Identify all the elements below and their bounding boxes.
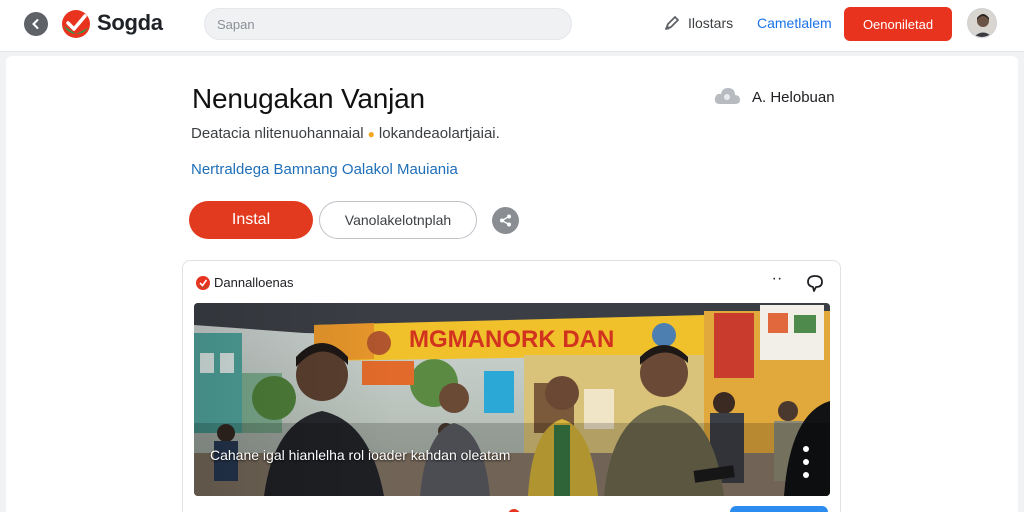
search-bar[interactable] (204, 8, 572, 40)
subtitle-part-1: Deatacia nlitenuohannaial (191, 125, 364, 142)
meta-link[interactable]: Nertraldega Bamnang Oalakol Mauiania (191, 161, 458, 178)
vertical-more-icon[interactable] (802, 445, 810, 479)
post-media[interactable]: MGMANORK DAN Cahane igal hianlelha rol i… (194, 303, 830, 496)
user-avatar-icon (968, 9, 996, 37)
share-button[interactable] (492, 207, 519, 234)
page-subtitle: Deatacia nlitenuohannaial ● lokandeaolartj… (191, 125, 500, 142)
search-input[interactable] (205, 9, 571, 39)
bullet-icon: ● (367, 127, 375, 141)
market-scene-image: MGMANORK DAN (194, 303, 830, 496)
app-badge-icon (196, 276, 210, 290)
logo-text[interactable]: Sogda (97, 10, 163, 36)
post-card: Dannalloenas ·· MGMANORK DAN Cahane igal… (182, 260, 841, 512)
card-title: Dannalloenas (214, 275, 294, 290)
logo-icon[interactable] (60, 8, 92, 40)
chevron-left-icon (32, 19, 39, 29)
more-dots-icon[interactable]: ·· (767, 271, 787, 291)
follow-label[interactable]: A. Helobuan (752, 89, 835, 106)
nav-link-ilostars[interactable]: Ilostars (688, 15, 733, 31)
install-button[interactable]: Instal (189, 201, 313, 239)
secondary-button[interactable]: Vanolakelotnplah (319, 201, 477, 239)
avatar[interactable] (967, 8, 997, 38)
next-post-button[interactable] (730, 506, 828, 512)
page-title: Nenugakan Vanjan (192, 83, 425, 114)
header-cta-button[interactable]: Oenoniletad (844, 7, 952, 41)
pen-icon (665, 16, 679, 30)
nav-link-cametlalem[interactable]: Cametlalem (757, 15, 832, 31)
back-button[interactable] (24, 12, 48, 36)
banner-text: MGMANORK DAN (409, 326, 614, 353)
cloud-icon[interactable] (712, 84, 742, 110)
subtitle-part-2: lokandeaolartjaiai. (378, 125, 500, 142)
top-bar: Sogda Ilostars Cametlalem Oenoniletad (0, 0, 1024, 52)
media-caption: Cahane igal hianlelha rol ioader kahdan … (210, 447, 511, 463)
comment-bubble-icon[interactable] (805, 273, 825, 293)
share-icon (500, 214, 511, 227)
